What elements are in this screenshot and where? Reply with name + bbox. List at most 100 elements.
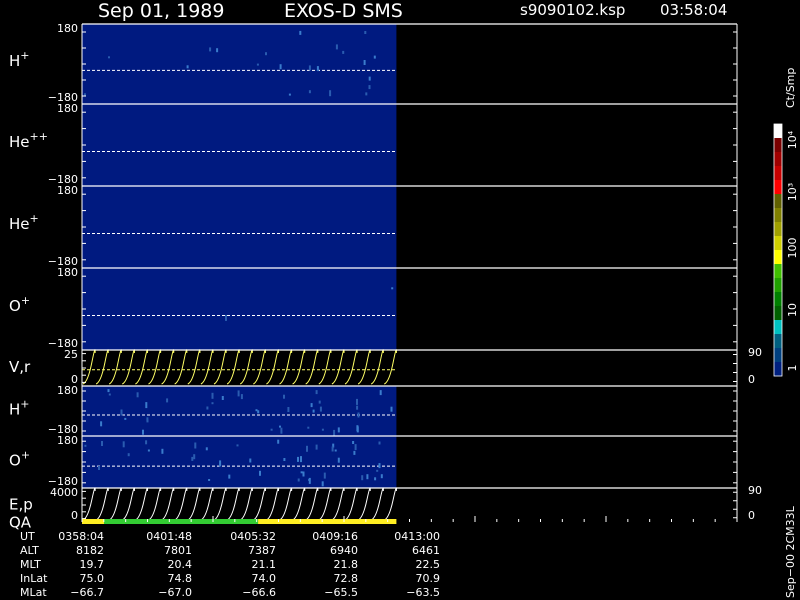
speckle (307, 426, 310, 429)
speckle (315, 444, 318, 450)
colorbar-swatch (774, 264, 782, 279)
footer-row-label: UT (20, 530, 35, 543)
speckle (120, 409, 123, 416)
speckle (321, 481, 324, 487)
speckle (300, 456, 302, 463)
speckle (378, 463, 381, 469)
colorbar-swatch (774, 306, 782, 321)
speckle (376, 469, 379, 472)
y-tick-top: 180 (57, 384, 78, 397)
speckle (98, 466, 100, 470)
speckle (380, 474, 383, 479)
speckle (357, 412, 360, 418)
speckle (373, 55, 376, 59)
speckle (205, 447, 208, 451)
speckle (331, 446, 334, 452)
footer-cell: 8182 (76, 544, 104, 557)
label-sup: + (21, 448, 30, 461)
footer-cell: 72.8 (334, 572, 359, 585)
footer-cell: 0401:48 (146, 530, 192, 543)
panel-fill (82, 104, 397, 186)
speckle (310, 403, 313, 408)
right-axis-bottom: 0 (748, 373, 755, 386)
footer-cell: 6461 (412, 544, 440, 557)
speckle (259, 470, 261, 476)
label-main: H (9, 52, 20, 70)
footer-cell: 0409:16 (312, 530, 358, 543)
speckle (108, 393, 111, 396)
right-axis-top: 90 (748, 484, 762, 497)
speckle (363, 60, 366, 65)
speckle (146, 417, 149, 422)
speckle (142, 429, 144, 435)
speckle (211, 392, 214, 399)
speckle (335, 44, 338, 50)
speckle (283, 394, 285, 399)
panel-fill (82, 24, 397, 104)
colorbar-swatch (774, 362, 782, 377)
label-main: He (9, 133, 30, 151)
footer-row-label: MLat (20, 586, 47, 599)
footer-cell: 22.5 (416, 558, 441, 571)
speckle (391, 287, 394, 290)
qa-segment (82, 519, 105, 524)
colorbar-swatch (774, 208, 782, 223)
speckle (353, 450, 356, 455)
footer-cell: 19.7 (80, 558, 105, 571)
speckle (356, 425, 359, 432)
footer-cell: 7387 (248, 544, 276, 557)
footer-cell: 6940 (330, 544, 358, 557)
speckle (354, 444, 357, 451)
y-tick-top: 180 (57, 22, 78, 35)
plot-file: s9090102.ksp (520, 1, 625, 19)
y-tick-bottom: 0 (71, 509, 78, 522)
colorbar-label: 1 (786, 365, 799, 372)
speckle (316, 66, 319, 72)
speckle (378, 441, 381, 445)
colorbar-swatch (774, 138, 782, 153)
right-axis-bottom: 0 (748, 509, 755, 522)
label-main: V,r (9, 358, 31, 376)
speckle (342, 50, 345, 54)
speckle (306, 445, 308, 452)
speckle (323, 472, 326, 479)
speckle (216, 48, 219, 53)
speckle (136, 392, 139, 398)
footer-cell: 70.9 (416, 572, 441, 585)
speckle (279, 425, 281, 428)
speckle (145, 402, 148, 409)
colorbar-swatch (774, 250, 782, 265)
speckle (194, 442, 197, 449)
label-sup: + (20, 49, 29, 62)
panel-fill (82, 268, 397, 350)
speckle (127, 453, 130, 457)
speckle (297, 478, 300, 482)
speckle (191, 456, 194, 461)
speckle (240, 394, 243, 400)
speckle (211, 402, 214, 405)
speckle (374, 477, 377, 481)
speckle (337, 457, 340, 463)
speckle (368, 76, 371, 81)
speckle (280, 427, 283, 434)
speckle (279, 64, 282, 70)
exos-d-sms-plot: Sep 01, 1989 EXOS-D SMS s9090102.ksp 03:… (0, 0, 800, 600)
colorbar-label: 10 (786, 303, 799, 317)
label-sup: + (20, 398, 29, 411)
speckle (356, 405, 359, 410)
speckle (318, 400, 321, 404)
panel-label-2: QA (9, 513, 32, 531)
speckle (265, 52, 267, 56)
colorbar-label: 100 (786, 238, 799, 259)
panel-label: V,r (9, 358, 31, 376)
plot-date: Sep 01, 1989 (98, 0, 224, 22)
y-tick-top: 25 (64, 348, 78, 361)
speckle (319, 406, 322, 412)
footer-cell: −63.5 (406, 586, 440, 599)
footer-cell: 21.1 (252, 558, 277, 571)
speckle (312, 409, 315, 413)
colorbar-swatch (774, 124, 782, 139)
label-main: He (9, 215, 30, 233)
speckle (193, 454, 196, 460)
label-main: H (9, 401, 20, 419)
